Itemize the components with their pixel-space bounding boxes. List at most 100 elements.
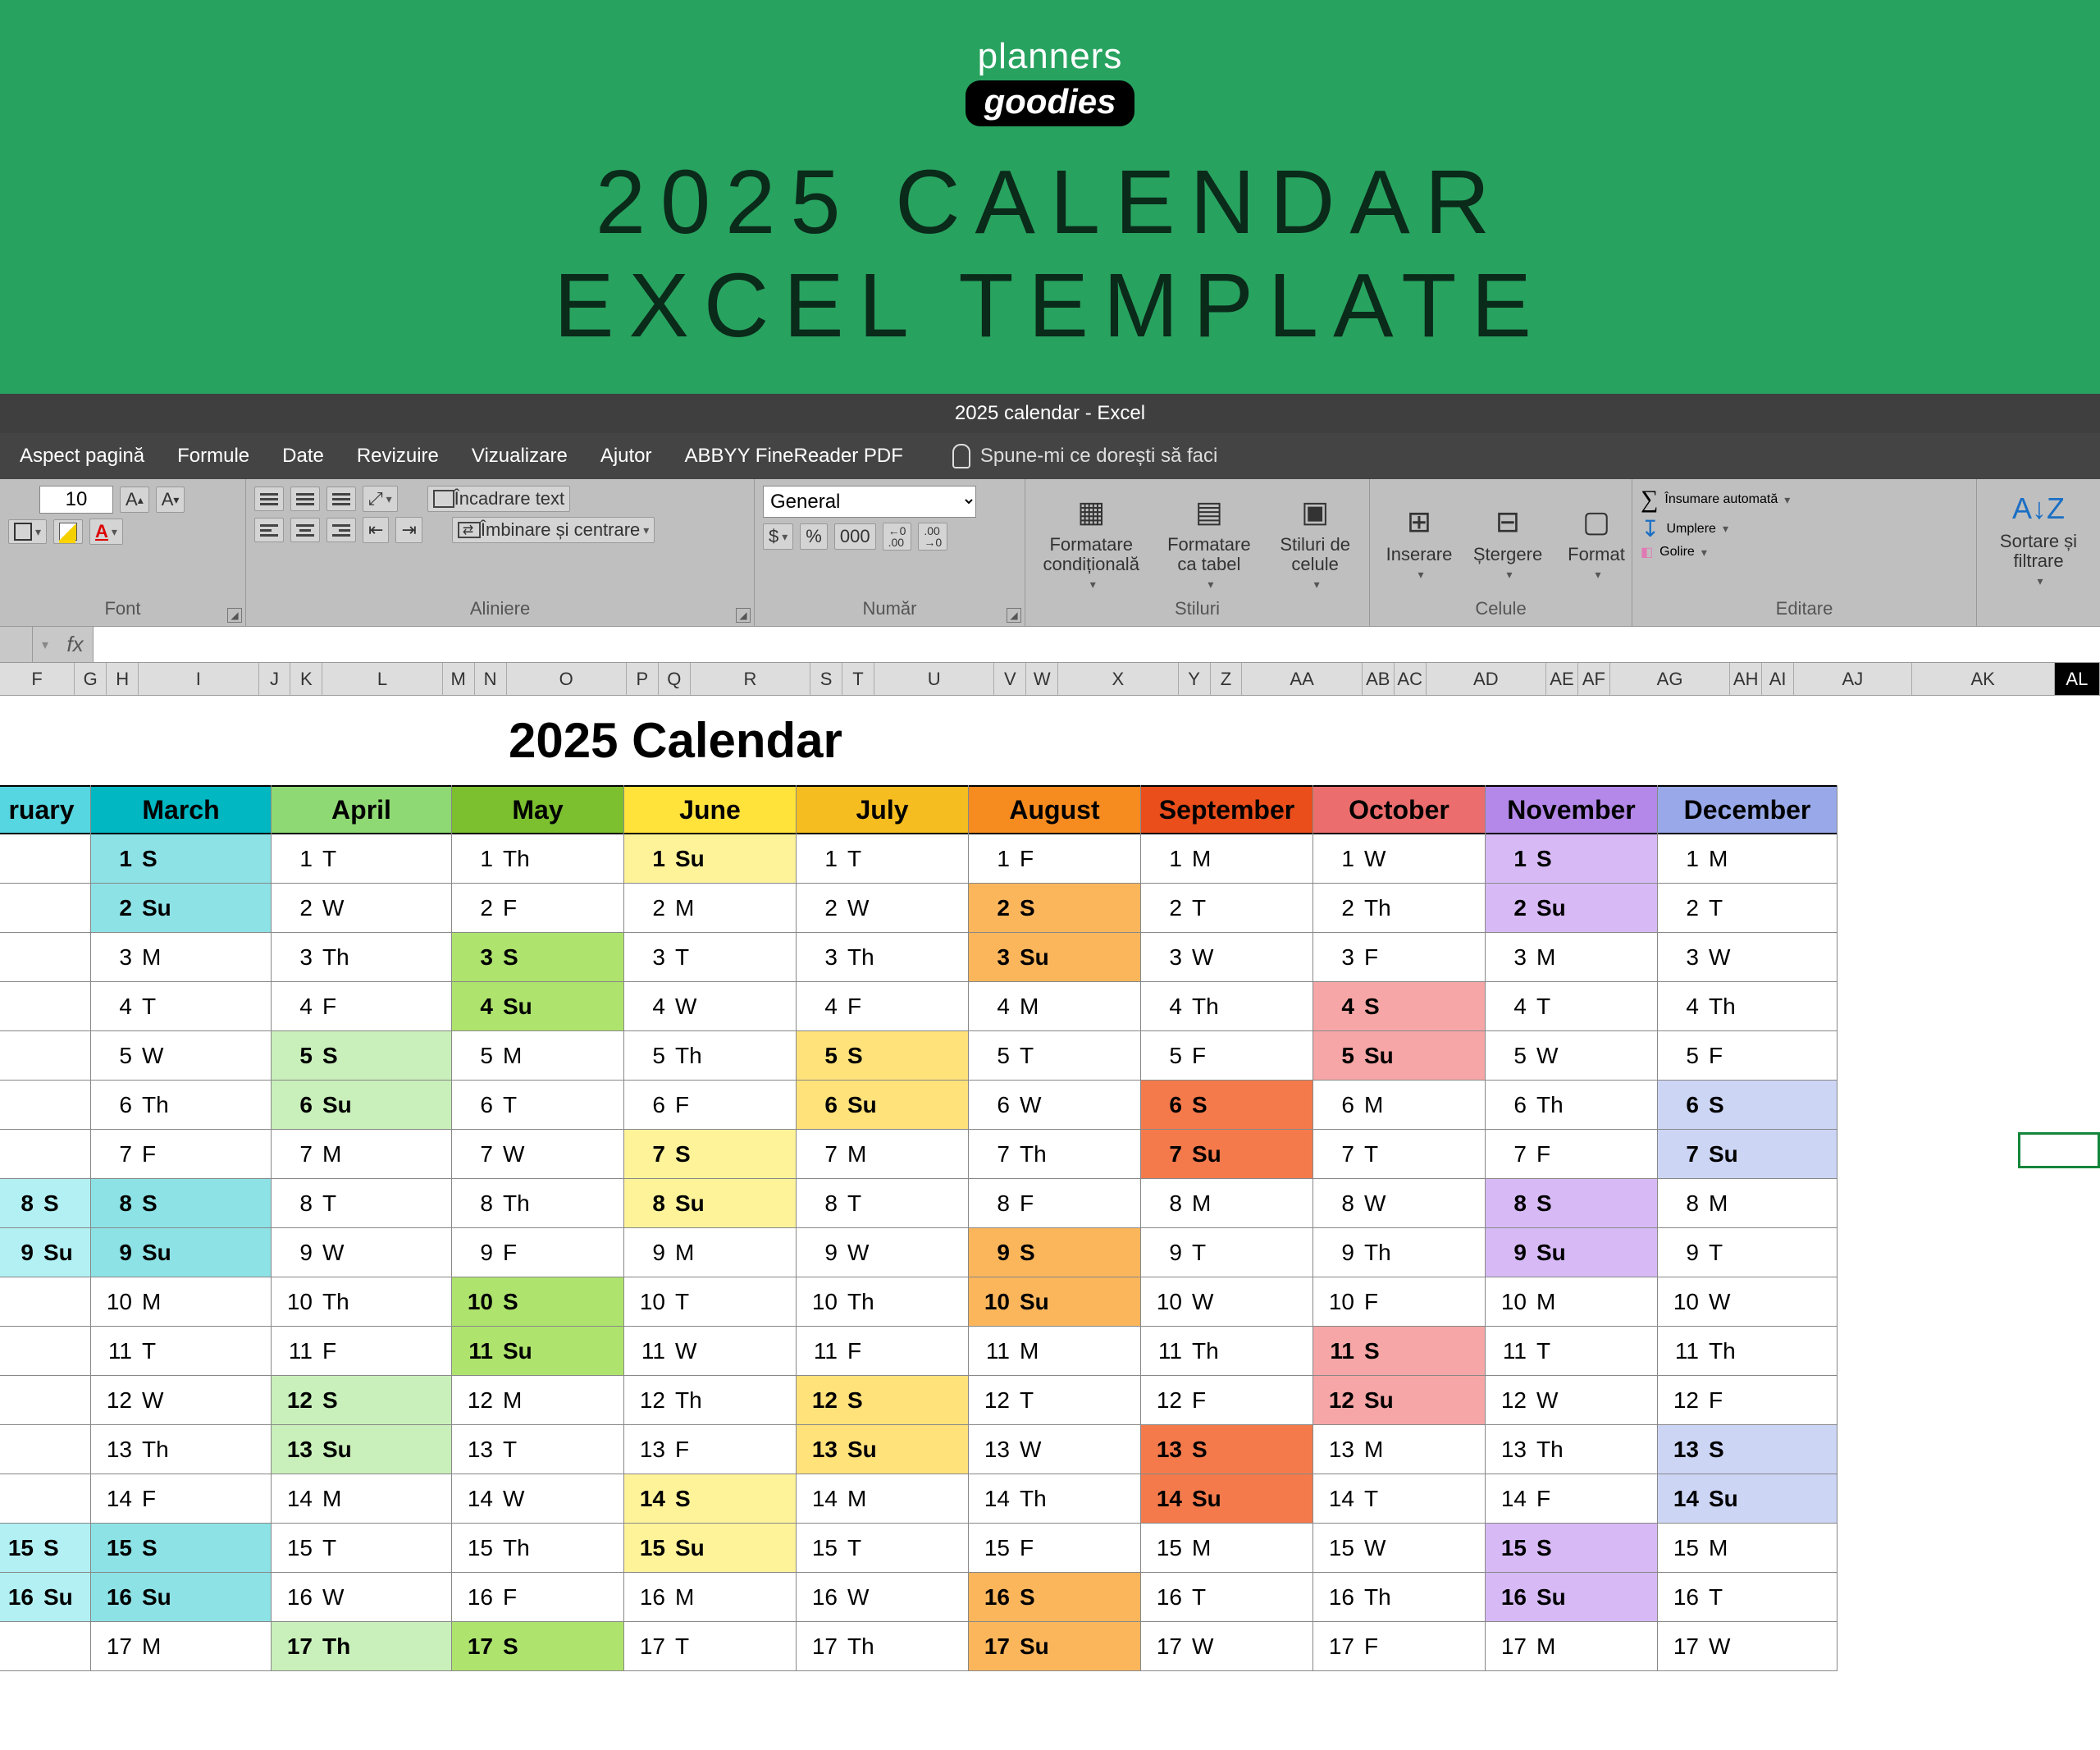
- calendar-cell[interactable]: 13T: [452, 1425, 623, 1474]
- calendar-cell[interactable]: 10W: [1141, 1277, 1312, 1327]
- calendar-cell[interactable]: 6T: [452, 1081, 623, 1130]
- calendar-cell[interactable]: 6Su: [797, 1081, 968, 1130]
- decrease-indent-button[interactable]: ⇤: [363, 517, 389, 543]
- accounting-format-button[interactable]: $: [763, 523, 793, 550]
- number-dialog-launcher[interactable]: ◢: [1007, 608, 1021, 623]
- alignment-dialog-launcher[interactable]: ◢: [736, 608, 751, 623]
- increase-indent-button[interactable]: ⇥: [395, 517, 422, 543]
- calendar-cell[interactable]: 15M: [1658, 1524, 1837, 1573]
- column-header[interactable]: X: [1058, 663, 1178, 695]
- calendar-cell[interactable]: 9Th: [1313, 1228, 1485, 1277]
- calendar-cell[interactable]: 4F: [797, 982, 968, 1031]
- calendar-cell[interactable]: 4Th: [1141, 982, 1312, 1031]
- calendar-cell[interactable]: 7Th: [969, 1130, 1140, 1179]
- calendar-cell[interactable]: 8T: [797, 1179, 968, 1228]
- calendar-cell[interactable]: 8T: [272, 1179, 451, 1228]
- calendar-cell[interactable]: 8S: [1486, 1179, 1657, 1228]
- ribbon-tab[interactable]: Ajutor: [600, 445, 652, 468]
- calendar-cell[interactable]: 11Th: [1141, 1327, 1312, 1376]
- calendar-cell[interactable]: 7S: [624, 1130, 796, 1179]
- calendar-cell[interactable]: 4Su: [452, 982, 623, 1031]
- column-header[interactable]: P: [627, 663, 659, 695]
- calendar-cell[interactable]: 17W: [1141, 1622, 1312, 1671]
- insert-button[interactable]: ⊞ Inserare: [1378, 499, 1460, 585]
- calendar-cell[interactable]: 6F: [624, 1081, 796, 1130]
- cancel-formula-button[interactable]: ▾: [33, 637, 57, 653]
- column-header[interactable]: Q: [659, 663, 691, 695]
- calendar-cell[interactable]: 2T: [1658, 884, 1837, 933]
- calendar-cell[interactable]: 16T: [1141, 1573, 1312, 1622]
- calendar-cell[interactable]: 16Th: [1313, 1573, 1485, 1622]
- calendar-cell[interactable]: 2W: [272, 884, 451, 933]
- column-header[interactable]: AJ: [1794, 663, 1912, 695]
- calendar-cell[interactable]: 4T: [1486, 982, 1657, 1031]
- calendar-cell[interactable]: 6S: [1141, 1081, 1312, 1130]
- ribbon-tab[interactable]: Revizuire: [357, 445, 439, 468]
- calendar-cell[interactable]: 12Su: [1313, 1376, 1485, 1425]
- calendar-cell[interactable]: 15S: [91, 1524, 271, 1573]
- calendar-cell[interactable]: 14Th: [969, 1474, 1140, 1524]
- calendar-cell[interactable]: 15S: [1486, 1524, 1657, 1573]
- comma-format-button[interactable]: 000: [834, 523, 876, 550]
- calendar-cell[interactable]: [0, 1081, 90, 1130]
- align-right-button[interactable]: [326, 518, 356, 542]
- column-header[interactable]: AE: [1546, 663, 1578, 695]
- calendar-cell[interactable]: 6Th: [91, 1081, 271, 1130]
- calendar-cell[interactable]: 16Su: [1486, 1573, 1657, 1622]
- calendar-cell[interactable]: [0, 1474, 90, 1524]
- calendar-cell[interactable]: 16Su: [91, 1573, 271, 1622]
- calendar-cell[interactable]: 2S: [969, 884, 1140, 933]
- calendar-cell[interactable]: 7M: [797, 1130, 968, 1179]
- align-middle-button[interactable]: [290, 487, 320, 511]
- calendar-cell[interactable]: 10M: [91, 1277, 271, 1327]
- calendar-cell[interactable]: 1S: [91, 834, 271, 884]
- column-header[interactable]: F: [0, 663, 75, 695]
- calendar-cell[interactable]: 17Th: [272, 1622, 451, 1671]
- calendar-cell[interactable]: 11T: [1486, 1327, 1657, 1376]
- calendar-cell[interactable]: 1Su: [624, 834, 796, 884]
- calendar-cell[interactable]: 10Th: [272, 1277, 451, 1327]
- column-header[interactable]: I: [139, 663, 258, 695]
- calendar-cell[interactable]: 13W: [969, 1425, 1140, 1474]
- calendar-cell[interactable]: 2Su: [1486, 884, 1657, 933]
- ribbon-tab[interactable]: Date: [282, 445, 324, 468]
- calendar-cell[interactable]: 14Su: [1141, 1474, 1312, 1524]
- calendar-cell[interactable]: [0, 1130, 90, 1179]
- column-header[interactable]: T: [842, 663, 874, 695]
- calendar-cell[interactable]: 14F: [1486, 1474, 1657, 1524]
- decrease-decimal-button[interactable]: .00 →0: [918, 523, 947, 551]
- calendar-cell[interactable]: 15M: [1141, 1524, 1312, 1573]
- calendar-cell[interactable]: [0, 1622, 90, 1671]
- calendar-cell[interactable]: 2T: [1141, 884, 1312, 933]
- calendar-cell[interactable]: 9Su: [0, 1228, 90, 1277]
- calendar-cell[interactable]: 11F: [272, 1327, 451, 1376]
- calendar-cell[interactable]: 2W: [797, 884, 968, 933]
- calendar-cell[interactable]: 3Th: [272, 933, 451, 982]
- calendar-cell[interactable]: 17S: [452, 1622, 623, 1671]
- column-header[interactable]: W: [1026, 663, 1058, 695]
- wrap-text-button[interactable]: Încadrare text: [427, 486, 571, 512]
- calendar-cell[interactable]: 10Th: [797, 1277, 968, 1327]
- tell-me-input[interactable]: Spune-mi ce dorești să faci: [952, 444, 1217, 468]
- calendar-cell[interactable]: 16Su: [0, 1573, 90, 1622]
- clear-button[interactable]: ◧ Golire ▾: [1641, 544, 1968, 560]
- calendar-cell[interactable]: 13Su: [797, 1425, 968, 1474]
- fill-button[interactable]: ↧ Umplere ▾: [1641, 515, 1968, 542]
- calendar-cell[interactable]: 5Th: [624, 1031, 796, 1081]
- sort-filter-button[interactable]: A↓Z Sortare și filtrare: [1985, 486, 2092, 592]
- calendar-cell[interactable]: 15F: [969, 1524, 1140, 1573]
- ribbon-tab[interactable]: Aspect pagină: [20, 445, 144, 468]
- calendar-cell[interactable]: 8Su: [624, 1179, 796, 1228]
- calendar-cell[interactable]: [0, 1425, 90, 1474]
- calendar-cell[interactable]: 7M: [272, 1130, 451, 1179]
- calendar-cell[interactable]: [0, 1376, 90, 1425]
- calendar-cell[interactable]: 9T: [1141, 1228, 1312, 1277]
- calendar-cell[interactable]: 3M: [91, 933, 271, 982]
- calendar-cell[interactable]: 7Su: [1658, 1130, 1837, 1179]
- calendar-cell[interactable]: 10W: [1658, 1277, 1837, 1327]
- calendar-cell[interactable]: 13M: [1313, 1425, 1485, 1474]
- borders-button[interactable]: [8, 519, 47, 544]
- column-header[interactable]: S: [810, 663, 842, 695]
- calendar-cell[interactable]: 1M: [1658, 834, 1837, 884]
- column-header[interactable]: AF: [1578, 663, 1610, 695]
